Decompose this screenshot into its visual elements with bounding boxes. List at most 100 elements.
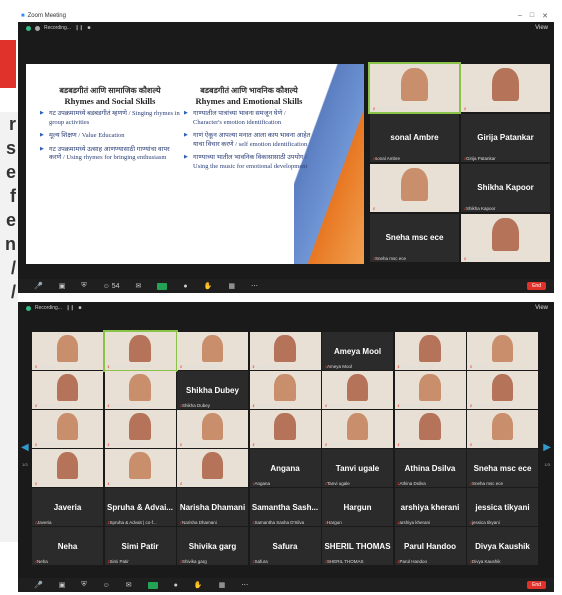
- participant-count: 54: [111, 282, 120, 290]
- record-icon: [35, 25, 40, 31]
- reactions-icon[interactable]: ✋: [204, 282, 213, 290]
- participant-tile[interactable]: Spruha & Advai... Spruha & Advait | co-f.…: [104, 488, 176, 526]
- participant-video: [491, 374, 514, 401]
- participant-tile[interactable]: Samantha Sash... Samantha Sasha D'Silva: [249, 488, 321, 526]
- maximize-button[interactable]: □: [530, 12, 534, 20]
- participant-tile[interactable]: Saloni Panigrahi: [104, 410, 176, 448]
- participant-video: [129, 413, 151, 440]
- participant-tile[interactable]: Safha Dadhia: [467, 410, 538, 448]
- apps-icon[interactable]: ▦: [228, 282, 235, 290]
- participant-tile[interactable]: Tanvi ugale Tanvi ugale: [322, 449, 393, 487]
- participant-tile[interactable]: Shikha Kapoor Shikha Kapoor: [461, 164, 550, 212]
- participant-tile[interactable]: sonal Ambre: [394, 371, 466, 409]
- participant-tile[interactable]: Geeta Kumar: [394, 410, 466, 448]
- more-icon[interactable]: ⋯: [251, 282, 258, 290]
- participant-tile[interactable]: Sayali Niwate: [177, 410, 248, 448]
- reactions-icon[interactable]: ✋: [194, 581, 203, 589]
- video-icon[interactable]: ▣: [59, 581, 66, 589]
- chat-icon[interactable]: ✉: [126, 581, 132, 589]
- participant-tile[interactable]: sonal Ambre sonal Ambre: [370, 114, 459, 162]
- stop-recording-button[interactable]: ■: [78, 305, 81, 311]
- share-screen-button[interactable]: [157, 282, 168, 290]
- participant-tile[interactable]: ashwini panchal: [249, 332, 321, 370]
- participant-tile[interactable]: Neha Neha: [32, 527, 103, 565]
- participant-tile[interactable]: Leial-Anin Gonsalves: [461, 64, 550, 112]
- participant-video: [346, 413, 369, 440]
- participant-tile[interactable]: Ameya Mool Ameya Mool: [322, 332, 393, 370]
- participant-tile[interactable]: Sneha msc ece Sneha msc ece: [370, 214, 459, 262]
- participant-tile[interactable]: Sneha msc ece Sneha msc ece: [467, 449, 538, 487]
- participant-tile[interactable]: Chaitrali Rahalkar: [177, 332, 248, 370]
- participant-video: [201, 452, 224, 479]
- participant-tile[interactable]: Alisha Nittam: [249, 371, 321, 409]
- participant-video: [129, 335, 151, 362]
- more-icon[interactable]: ⋯: [241, 581, 248, 589]
- participant-tile[interactable]: Angana Angana: [249, 449, 321, 487]
- share-screen-button[interactable]: [147, 581, 158, 589]
- participant-tile[interactable]: Narisha Dhamani Narisha Dhamani: [177, 488, 248, 526]
- participant-tile[interactable]: Madhuri Pawar M.Sc: [322, 371, 393, 409]
- participant-tile[interactable]: Mayuree Lole: [104, 371, 176, 409]
- record-icon[interactable]: ●: [174, 582, 178, 589]
- participant-tile[interactable]: Divya Kaushik Divya Kaushik: [467, 527, 538, 565]
- participant-tile[interactable]: Shikha Dubey Shikha Dubey: [177, 371, 248, 409]
- participant-tile[interactable]: Hargun Hargun: [322, 488, 393, 526]
- participant-tile[interactable]: Athina Dsilva Athina Dsilva: [394, 449, 466, 487]
- participant-display-name: Sneha msc ece: [473, 464, 532, 474]
- end-button[interactable]: End: [527, 581, 546, 589]
- participant-tile[interactable]: Javeria Javeria: [32, 488, 103, 526]
- participant-tile[interactable]: Shivika garg Shivika garg: [177, 527, 248, 565]
- participant-tile[interactable]: Karen Almeida: [322, 410, 393, 448]
- participant-tile[interactable]: jessica tikyani jessica tikyani: [467, 488, 538, 526]
- participant-name-label: Shikha Dubey: [180, 403, 210, 408]
- microphone-icon[interactable]: 🎤: [34, 581, 43, 589]
- gallery-grid: Dr. Geeta Leial-Anin Gonsalves Chaitrali R…: [32, 330, 540, 572]
- chat-icon[interactable]: ✉: [135, 282, 141, 290]
- participant-name-label: sonal Ambre: [373, 156, 400, 161]
- stop-recording-button[interactable]: ■: [87, 25, 90, 31]
- participant-tile[interactable]: Urmila Hanumant: [177, 449, 248, 487]
- security-icon[interactable]: ⛨: [81, 581, 86, 589]
- pause-recording-button[interactable]: ❙❙: [75, 25, 83, 31]
- list-item: मूल्य शिक्षण / Value Education: [40, 132, 180, 141]
- participants-button[interactable]: ☺ 54: [103, 283, 120, 290]
- participant-tile[interactable]: Suchita: [467, 332, 538, 370]
- view-button[interactable]: View: [535, 305, 554, 311]
- participant-tile[interactable]: Safura Safura: [249, 527, 321, 565]
- participant-tile[interactable]: Leial-Anin Gonsalves: [102, 330, 178, 372]
- participant-name-label: Suchita: [470, 364, 487, 369]
- participant-tile[interactable]: Zoha Variyala: [104, 449, 176, 487]
- previous-page-arrow[interactable]: ◀: [21, 442, 29, 453]
- participant-name-label: Leial-Anin Gonsalves: [464, 106, 509, 111]
- security-icon[interactable]: ⛨: [81, 282, 86, 290]
- end-button[interactable]: End: [527, 282, 546, 290]
- participant-tile[interactable]: Parul Handoo Parul Handoo: [394, 527, 466, 565]
- participant-tile[interactable]: Shraddha Kulkarni: [467, 371, 538, 409]
- participant-tile[interactable]: Kovira Chitras: [249, 410, 321, 448]
- participant-tile[interactable]: Chaitrali Rahalkar: [368, 62, 461, 114]
- minimize-button[interactable]: –: [518, 12, 522, 20]
- participant-tile[interactable]: arshiya kherani arshiya kherani: [394, 488, 466, 526]
- participant-tile[interactable]: SHERIL THOMAS SHERIL THOMAS: [322, 527, 393, 565]
- apps-icon[interactable]: ▦: [219, 581, 226, 589]
- participant-tile[interactable]: Girija Patankar Girija Patankar: [461, 114, 550, 162]
- participant-tile[interactable]: Dr. Geeta: [32, 332, 103, 370]
- view-button[interactable]: View: [535, 25, 554, 31]
- participant-tile[interactable]: Simi Patir Simi Patir: [104, 527, 176, 565]
- next-page-arrow[interactable]: ▶: [543, 442, 551, 453]
- participant-tile[interactable]: Preetika Saxena: [370, 164, 459, 212]
- participant-tile[interactable]: Vibhuti: [32, 449, 103, 487]
- participant-name-label: Tanvi ugale: [325, 481, 350, 486]
- pause-recording-button[interactable]: ❙❙: [66, 305, 74, 311]
- participant-name-label: Dr. Geeta: [35, 364, 56, 369]
- participant-tile[interactable]: ashwini panchal: [461, 214, 550, 262]
- participant-tile[interactable]: VRUDI SUSHILA: [32, 371, 103, 409]
- participant-tile[interactable]: Mamta Mengu: [32, 410, 103, 448]
- record-icon[interactable]: ●: [183, 283, 187, 290]
- participant-tile[interactable]: Preetika Saxena: [394, 332, 466, 370]
- zoom-window-gallery: Recording... ❙❙ ■ View ◀ 1/3 ▶ 1/3 Dr. G…: [18, 302, 554, 592]
- video-icon[interactable]: ▣: [59, 282, 66, 290]
- close-button[interactable]: ✕: [542, 12, 548, 20]
- microphone-icon[interactable]: 🎤: [34, 282, 43, 290]
- participants-button[interactable]: ☺: [103, 582, 110, 589]
